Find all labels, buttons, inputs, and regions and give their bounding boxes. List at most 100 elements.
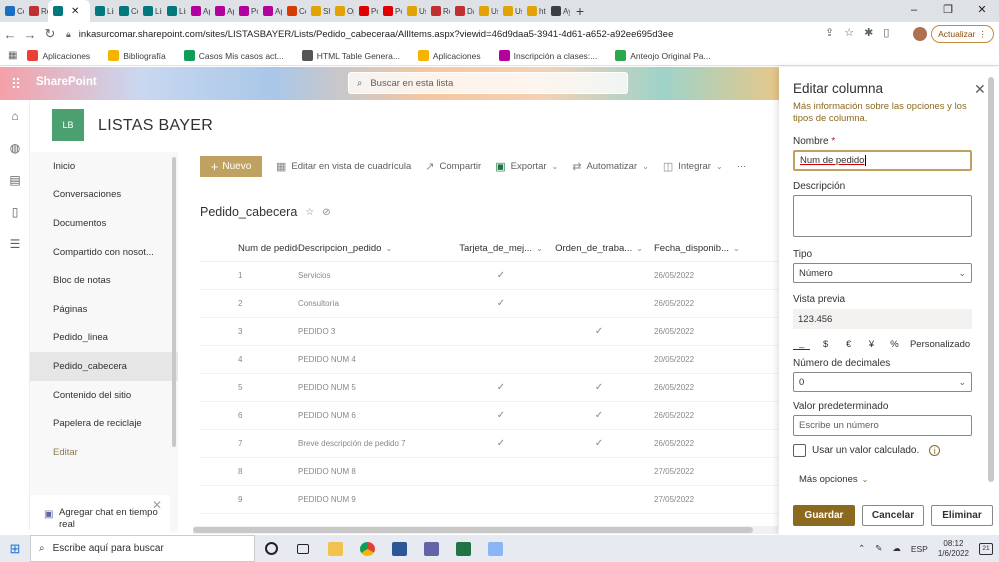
bookmark-item[interactable]: Anteojo Original Pa... xyxy=(615,50,711,61)
browser-tab[interactable]: Us xyxy=(474,0,498,22)
bookmark-item[interactable]: HTML Table Genera... xyxy=(301,50,400,61)
default-value-field[interactable]: Escribe un número xyxy=(793,415,972,436)
format-option[interactable]: ¥ xyxy=(860,339,883,350)
grid-edit-button[interactable]: ▦ Editar en vista de cuadrícula xyxy=(276,160,411,173)
browser-tab[interactable]: Lis xyxy=(90,0,114,22)
decimals-dropdown[interactable]: 0 ⌄ xyxy=(793,372,972,392)
browser-tab[interactable]: Lis xyxy=(162,0,186,22)
table-row[interactable]: 8 PEDIDO NUM 8 27/05/2022 xyxy=(200,458,778,486)
calculated-checkbox[interactable] xyxy=(793,444,806,457)
address-bar[interactable]: 🔒︎ inkasurcomar.sharepoint.com/sites/LIS… xyxy=(66,24,866,44)
profile-avatar[interactable] xyxy=(913,27,927,41)
format-option[interactable]: _ xyxy=(793,338,811,350)
browser-tab[interactable]: Ay xyxy=(546,0,570,22)
nav-item[interactable]: Pedido_cabecera xyxy=(30,352,178,381)
taskbar-search[interactable]: ⌕ Escribe aquí para buscar xyxy=(30,535,255,562)
globe-icon[interactable]: ◍ xyxy=(0,132,30,164)
close-icon[interactable]: ✕ xyxy=(152,498,162,512)
type-dropdown[interactable]: Número ⌄ xyxy=(793,263,972,283)
network-icon[interactable]: ☁︎ xyxy=(892,543,901,554)
delete-button[interactable]: Eliminar xyxy=(931,505,993,526)
taskbar-excel-icon[interactable] xyxy=(447,535,479,562)
table-row[interactable]: 7 Breve descripción de pedido 7 ✓ ✓ 26/05/20… xyxy=(200,430,778,458)
table-row[interactable]: 3 PEDIDO 3 ✓ 26/05/2022 xyxy=(200,318,778,346)
browser-tab[interactable]: Lis xyxy=(138,0,162,22)
pen-icon[interactable]: ✎ xyxy=(875,543,882,554)
nav-item[interactable]: Compartido con nosot... xyxy=(30,238,178,267)
browser-tab[interactable]: Ap xyxy=(258,0,282,22)
browser-tab[interactable]: Co xyxy=(114,0,138,22)
column-header-tarjeta[interactable]: Tarjeta_de_mej... ⌄ xyxy=(452,243,550,254)
restore-icon[interactable]: ❐ xyxy=(931,0,965,22)
export-button[interactable]: ▣ Exportar ⌄ xyxy=(495,160,558,173)
taskbar-paint-icon[interactable] xyxy=(479,535,511,562)
horizontal-scrollbar[interactable] xyxy=(193,526,778,534)
browser-tab[interactable]: Us xyxy=(498,0,522,22)
browser-tab[interactable]: Po xyxy=(378,0,402,22)
windows-start-icon[interactable]: ⊞ xyxy=(0,541,30,557)
integrate-button[interactable]: ◫ Integrar ⌄ xyxy=(663,160,723,173)
site-logo[interactable]: LB xyxy=(52,109,84,141)
description-field[interactable] xyxy=(793,195,972,237)
language-indicator[interactable]: ESP xyxy=(911,544,928,554)
info-check-icon[interactable]: ⊘ xyxy=(322,207,330,218)
browser-tab[interactable]: Po xyxy=(354,0,378,22)
share-button[interactable]: ↗ Compartir xyxy=(425,160,481,173)
minimize-icon[interactable]: – xyxy=(897,0,931,22)
browser-tab[interactable]: Re xyxy=(426,0,450,22)
new-tab-icon[interactable]: + xyxy=(570,3,590,19)
browser-tab[interactable]: Ap xyxy=(210,0,234,22)
nav-scrollbar[interactable] xyxy=(172,157,176,447)
close-window-icon[interactable]: ✕ xyxy=(965,0,999,22)
app-launcher-icon[interactable]: ⠿ xyxy=(6,75,26,93)
format-option[interactable]: € xyxy=(837,339,860,350)
update-button[interactable]: Actualizar ⋮ xyxy=(931,25,994,43)
browser-tab[interactable]: Re xyxy=(24,0,48,22)
list-icon[interactable]: ☰ xyxy=(0,228,30,260)
nav-item[interactable]: Editar xyxy=(30,438,178,467)
site-name[interactable]: LISTAS BAYER xyxy=(98,117,213,135)
browser-tab[interactable]: Us xyxy=(402,0,426,22)
search-box[interactable]: ⌕ Buscar en esta lista xyxy=(348,72,628,94)
scroll-thumb[interactable] xyxy=(193,527,753,533)
chat-promo[interactable]: ▣ Agregar chat en tiempo real xyxy=(30,495,170,535)
chevron-up-icon[interactable]: ⌃ xyxy=(858,543,865,554)
table-row[interactable]: 5 PEDIDO NUM 5 ✓ ✓ 26/05/2022 xyxy=(200,374,778,402)
panel-scrollbar[interactable] xyxy=(988,77,994,482)
favorite-star-icon[interactable]: ☆ xyxy=(305,207,314,218)
bookmark-item[interactable]: Casos Mis casos act... xyxy=(183,50,284,61)
column-header-fecha[interactable]: Fecha_disponib... ⌄ xyxy=(648,243,740,254)
browser-tab[interactable]: ✕ xyxy=(48,0,90,22)
info-link[interactable]: Más información sobre las opciones y los… xyxy=(793,101,973,125)
more-button[interactable]: ··· xyxy=(737,161,747,172)
browser-tab[interactable]: htt xyxy=(522,0,546,22)
nav-item[interactable]: Pedido_linea xyxy=(30,324,178,353)
table-row[interactable]: 4 PEDIDO NUM 4 20/05/2022 xyxy=(200,346,778,374)
bookmark-item[interactable]: Aplicaciones xyxy=(417,50,481,61)
home-icon[interactable]: ⌂ xyxy=(0,100,30,132)
column-header-orden[interactable]: Orden_de_traba... ⌄ xyxy=(550,243,648,254)
nav-item[interactable]: Conversaciones xyxy=(30,181,178,210)
nav-item[interactable]: Contenido del sitio xyxy=(30,381,178,410)
taskbar-chrome-icon[interactable] xyxy=(351,535,383,562)
nav-item[interactable]: Inicio xyxy=(30,152,178,181)
taskbar-taskview-icon[interactable] xyxy=(287,535,319,562)
save-button[interactable]: Guardar xyxy=(793,505,855,526)
name-field[interactable]: Num de pedido xyxy=(793,150,972,171)
browser-tab[interactable]: Co xyxy=(282,0,306,22)
browser-tab[interactable]: Sh xyxy=(306,0,330,22)
format-option[interactable]: Personalizado xyxy=(906,339,973,350)
browser-tab[interactable]: Op xyxy=(330,0,354,22)
format-option[interactable]: $ xyxy=(814,339,837,350)
apps-grid-icon[interactable]: ▦ xyxy=(8,50,17,61)
format-option[interactable]: % xyxy=(883,339,906,350)
forward-icon[interactable]: → xyxy=(20,27,40,42)
bookmark-item[interactable]: Aplicaciones xyxy=(27,50,90,61)
calculated-checkbox-row[interactable]: Usar un valor calculado. i xyxy=(793,444,941,457)
table-row[interactable]: 9 PEDIDO NUM 9 27/05/2022 xyxy=(200,486,778,514)
sidepanel-icon[interactable]: ▯ xyxy=(883,26,889,39)
table-row[interactable]: 1 Servicios ✓ 26/05/2022 xyxy=(200,262,778,290)
automate-button[interactable]: ⇄ Automatizar ⌄ xyxy=(572,160,649,173)
taskbar-circle-icon[interactable] xyxy=(255,535,287,562)
clock[interactable]: 08:12 1/6/2022 xyxy=(938,539,969,559)
